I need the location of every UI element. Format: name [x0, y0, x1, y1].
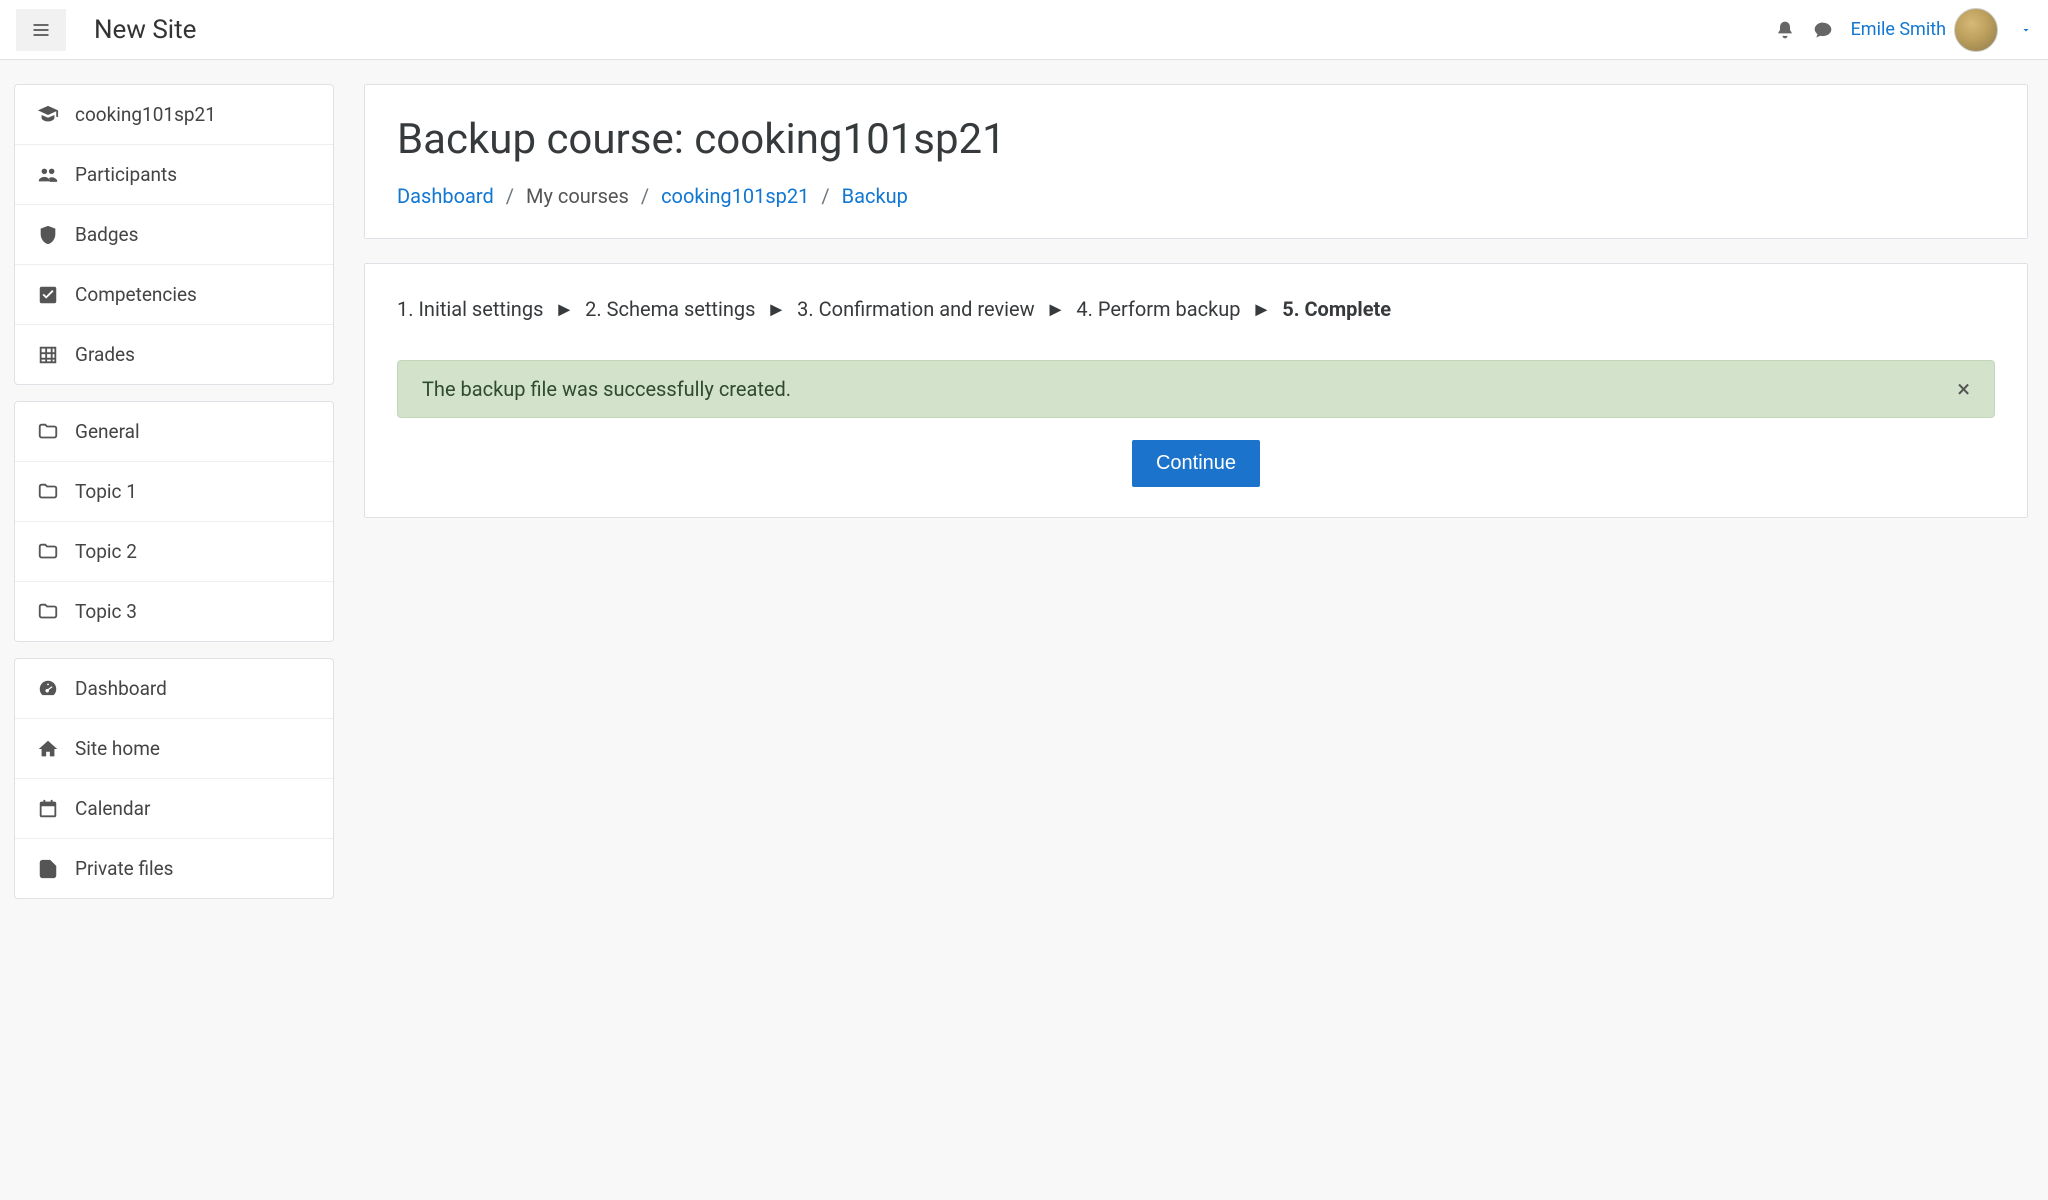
chevron-down-icon	[2020, 24, 2032, 36]
file-icon	[37, 858, 59, 880]
header-card: Backup course: cooking101sp21 Dashboard …	[364, 84, 2028, 239]
sidebar-item-label: Badges	[75, 223, 138, 246]
user-menu[interactable]: Emile Smith	[1851, 8, 2032, 52]
sidebar-item-grades[interactable]: Grades	[15, 325, 333, 384]
sidebar-item-dashboard[interactable]: Dashboard	[15, 659, 333, 719]
breadcrumb-sep: /	[635, 184, 655, 208]
tachometer-icon	[37, 678, 59, 700]
sidebar-item-topic-2[interactable]: Topic 2	[15, 522, 333, 582]
sidebar-item-topic-3[interactable]: Topic 3	[15, 582, 333, 641]
sidebar-item-course[interactable]: cooking101sp21	[15, 85, 333, 145]
sidebar-item-label: Topic 1	[75, 480, 137, 503]
avatar	[1954, 8, 1998, 52]
sidebar-item-label: Private files	[75, 857, 173, 880]
sidebar-item-privatefiles[interactable]: Private files	[15, 839, 333, 898]
breadcrumb-backup[interactable]: Backup	[842, 184, 908, 208]
step-5-current: 5. Complete	[1282, 297, 1391, 321]
chat-icon	[1813, 20, 1833, 40]
sidebar-item-label: Grades	[75, 343, 135, 366]
alert-text: The backup file was successfully created…	[422, 377, 791, 401]
page-title: Backup course: cooking101sp21	[397, 115, 1995, 164]
step-arrow-icon: ►	[1040, 297, 1072, 321]
backup-steps: 1. Initial settings ► 2. Schema settings…	[397, 294, 1995, 324]
sidebar: cooking101sp21 Participants Badges Compe…	[0, 60, 348, 915]
folder-icon	[37, 421, 59, 443]
sidebar-item-label: Calendar	[75, 797, 150, 820]
folder-icon	[37, 541, 59, 563]
table-icon	[37, 344, 59, 366]
step-3: 3. Confirmation and review	[797, 297, 1034, 321]
sidebar-item-label: cooking101sp21	[75, 103, 216, 126]
step-4: 4. Perform backup	[1076, 297, 1240, 321]
sidebar-group-site: Dashboard Site home Calendar Private fil…	[14, 658, 334, 899]
breadcrumb-sep: /	[500, 184, 520, 208]
sidebar-item-label: Site home	[75, 737, 160, 760]
sidebar-item-sitehome[interactable]: Site home	[15, 719, 333, 779]
alert-close-button[interactable]: ×	[1957, 377, 1970, 401]
step-1: 1. Initial settings	[397, 297, 543, 321]
button-row: Continue	[397, 440, 1995, 487]
notifications-button[interactable]	[1775, 20, 1795, 40]
shield-icon	[37, 224, 59, 246]
continue-button[interactable]: Continue	[1132, 440, 1260, 487]
calendar-icon	[37, 798, 59, 820]
folder-icon	[37, 601, 59, 623]
hamburger-icon	[31, 20, 51, 40]
check-square-icon	[37, 284, 59, 306]
sidebar-group-sections: General Topic 1 Topic 2 Topic 3	[14, 401, 334, 642]
main-region: Backup course: cooking101sp21 Dashboard …	[348, 60, 2048, 566]
sidebar-item-label: Competencies	[75, 283, 197, 306]
sidebar-item-competencies[interactable]: Competencies	[15, 265, 333, 325]
step-arrow-icon: ►	[760, 297, 792, 321]
messages-button[interactable]	[1813, 20, 1833, 40]
users-icon	[37, 164, 59, 186]
sidebar-item-topic-1[interactable]: Topic 1	[15, 462, 333, 522]
sidebar-item-label: Topic 3	[75, 600, 137, 623]
sidebar-group-course: cooking101sp21 Participants Badges Compe…	[14, 84, 334, 385]
page-body: cooking101sp21 Participants Badges Compe…	[0, 60, 2048, 1200]
bell-icon	[1775, 20, 1795, 40]
content-card: 1. Initial settings ► 2. Schema settings…	[364, 263, 2028, 518]
breadcrumb-mycourses: My courses	[526, 184, 629, 208]
step-2: 2. Schema settings	[585, 297, 755, 321]
home-icon	[37, 738, 59, 760]
breadcrumb: Dashboard / My courses / cooking101sp21 …	[397, 184, 1995, 208]
breadcrumb-course[interactable]: cooking101sp21	[661, 184, 809, 208]
sidebar-item-participants[interactable]: Participants	[15, 145, 333, 205]
hamburger-toggle[interactable]	[16, 9, 66, 51]
sidebar-item-label: Participants	[75, 163, 177, 186]
breadcrumb-sep: /	[815, 184, 835, 208]
sidebar-item-badges[interactable]: Badges	[15, 205, 333, 265]
sidebar-item-label: General	[75, 420, 140, 443]
sidebar-item-label: Topic 2	[75, 540, 137, 563]
step-arrow-icon: ►	[1245, 297, 1277, 321]
graduation-cap-icon	[37, 104, 59, 126]
sidebar-item-label: Dashboard	[75, 677, 167, 700]
step-arrow-icon: ►	[548, 297, 580, 321]
folder-icon	[37, 481, 59, 503]
success-alert: The backup file was successfully created…	[397, 360, 1995, 418]
sidebar-item-calendar[interactable]: Calendar	[15, 779, 333, 839]
site-brand[interactable]: New Site	[94, 15, 196, 45]
breadcrumb-dashboard[interactable]: Dashboard	[397, 184, 494, 208]
sidebar-item-general[interactable]: General	[15, 402, 333, 462]
top-navbar: New Site Emile Smith	[0, 0, 2048, 60]
user-name: Emile Smith	[1851, 19, 1946, 40]
